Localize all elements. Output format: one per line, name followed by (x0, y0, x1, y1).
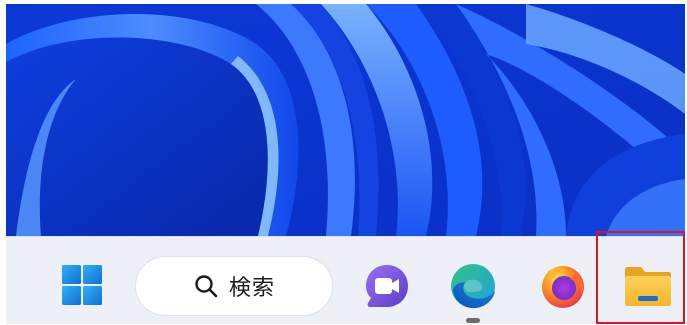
windows-logo-icon (62, 265, 102, 305)
meet-now-button[interactable] (356, 255, 418, 317)
firefox-button[interactable] (530, 253, 596, 319)
edge-icon (451, 264, 495, 309)
video-camera-icon (366, 265, 408, 307)
screen-frame: 検索 (6, 4, 685, 324)
taskbar-search-box[interactable]: 検索 (136, 257, 332, 315)
firefox-icon (542, 266, 584, 308)
edge-running-indicator (466, 318, 480, 323)
search-label: 検索 (228, 276, 275, 301)
start-button[interactable] (50, 255, 114, 315)
taskbar: 検索 (6, 236, 685, 324)
edge-button[interactable] (440, 253, 506, 319)
file-explorer-highlight-box (596, 231, 685, 324)
search-icon (195, 275, 218, 298)
desktop-wallpaper (6, 4, 685, 236)
